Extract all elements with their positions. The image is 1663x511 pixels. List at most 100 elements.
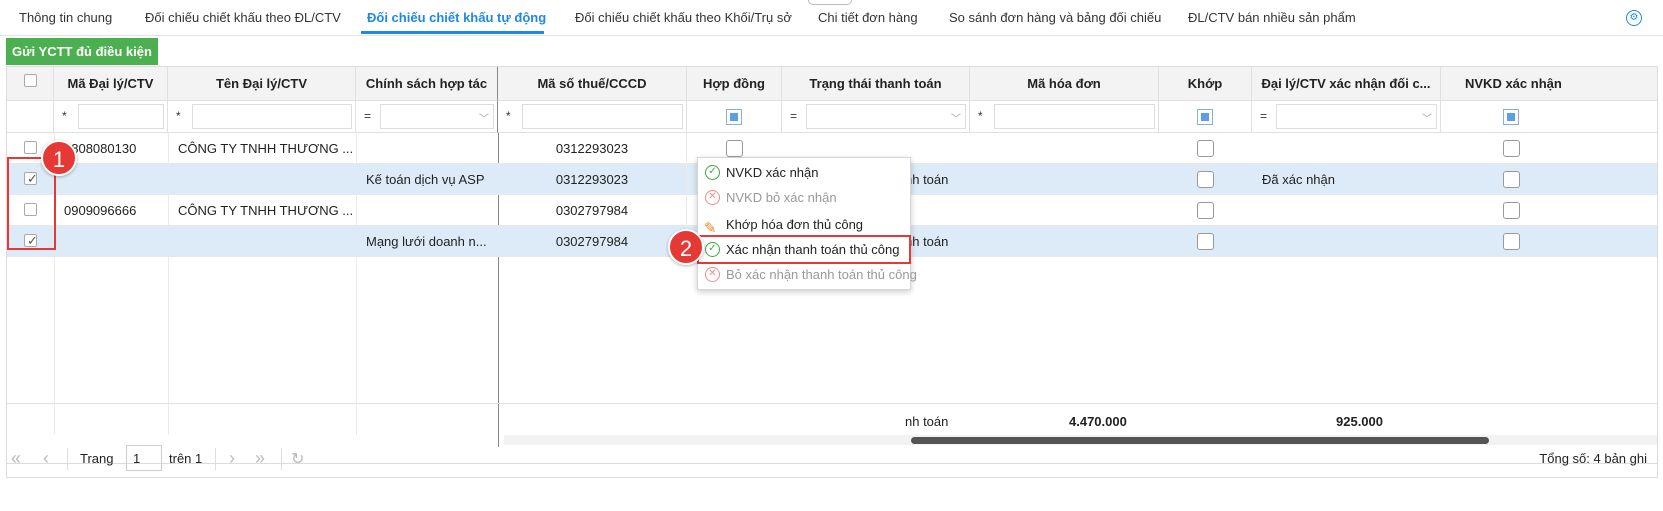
pagination-bar: « ‹ Trang 1 trên 1 › » ↻ Tổng số: 4 bản … — [6, 440, 1658, 478]
tab-discount-by-agent[interactable]: Đối chiếu chiết khấu theo ĐL/CTV — [145, 10, 341, 25]
filter-agent-code-input[interactable] — [78, 104, 164, 129]
filter-invoice-code-input[interactable] — [994, 104, 1155, 129]
menu-item-sales-unconfirm[interactable]: ✕ NVKD bỏ xác nhận — [698, 185, 910, 211]
cell-agent-name: CÔNG TY TNHH THƯƠNG ... — [178, 141, 354, 156]
active-tab-underline — [361, 31, 544, 34]
first-page-icon[interactable]: « — [11, 448, 21, 469]
filter-tax-code: * — [498, 101, 687, 133]
sales-confirm-checkbox[interactable] — [1503, 140, 1520, 157]
menu-item-sales-confirm[interactable]: ✓ NVKD xác nhận — [698, 160, 910, 186]
page-number-input[interactable]: 1 — [126, 445, 162, 471]
refresh-icon[interactable]: ↻ — [291, 449, 304, 469]
cell-policy: Kế toán dịch vụ ASP — [366, 172, 485, 187]
column-header-sales-confirm[interactable]: NVKD xác nhận — [1441, 67, 1657, 101]
sales-confirm-checkbox[interactable] — [1503, 233, 1520, 250]
cell-agent-code — [64, 164, 168, 195]
settings-icon[interactable]: ⚙ — [1626, 10, 1642, 26]
context-menu: ✓ NVKD xác nhận ✕ NVKD bỏ xác nhận ✎ Khớ… — [697, 157, 917, 290]
collapse-handle[interactable] — [808, 0, 852, 5]
cell-agent-name — [178, 226, 356, 257]
cell-agent-name — [178, 164, 356, 195]
x-circle-icon: ✕ — [705, 190, 720, 205]
cell-agent-confirm — [1262, 195, 1441, 226]
page-count-label: trên 1 — [169, 451, 203, 466]
step-2-badge: 2 — [668, 229, 704, 265]
filter-policy-select[interactable] — [380, 104, 494, 129]
tab-multi-product-agents[interactable]: ĐL/CTV bán nhiều sản phẩm — [1188, 10, 1356, 25]
column-header-tax-code[interactable]: Mã số thuế/CCCD — [498, 67, 687, 101]
step-1-badge: 1 — [41, 140, 77, 176]
cell-tax-code: 0302797984 — [498, 226, 687, 257]
previous-page-icon[interactable]: ‹ — [43, 448, 49, 469]
header-select-all — [7, 67, 54, 101]
summary-row: nh toán 4.470.000 925.000 — [7, 403, 1657, 435]
column-header-match[interactable]: Khớp — [1159, 67, 1252, 101]
select-all-checkbox[interactable] — [24, 74, 37, 87]
cell-agent-code — [64, 226, 168, 257]
filter-payment-status-select[interactable] — [806, 104, 966, 129]
column-header-agent-code[interactable]: Mã Đại lý/CTV — [54, 67, 168, 101]
x-circle-icon: ✕ — [705, 267, 720, 282]
filter-match — [1159, 101, 1252, 133]
filter-tax-code-input[interactable] — [522, 104, 683, 129]
column-header-invoice-code[interactable]: Mã hóa đơn — [970, 67, 1159, 101]
chevron-down-icon[interactable]: ﹀ — [1422, 110, 1432, 125]
total-agent-amount: 925.000 — [1336, 414, 1383, 429]
row-checkbox[interactable] — [24, 141, 37, 154]
sales-confirm-checkbox[interactable] — [1503, 202, 1520, 219]
cell-policy — [366, 133, 498, 164]
match-checkbox[interactable] — [1197, 140, 1214, 157]
filter-agent-name: * — [168, 101, 356, 133]
column-header-agent-confirm[interactable]: Đại lý/CTV xác nhận đối c... — [1252, 67, 1441, 101]
summary-payment-status: nh toán — [905, 414, 949, 429]
filter-payment-status: = ﹀ — [782, 101, 970, 133]
cell-agent-name: CÔNG TY TNHH THƯƠNG ... — [178, 203, 354, 218]
cell-agent-code: 0909096666 — [64, 203, 137, 218]
filter-agent-confirm: = ﹀ — [1252, 101, 1441, 133]
filter-sales-confirm — [1441, 101, 1657, 133]
filter-match-checkbox[interactable] — [1197, 109, 1213, 125]
column-header-policy[interactable]: Chính sách hợp tác — [356, 67, 498, 101]
match-checkbox[interactable] — [1197, 171, 1214, 188]
cell-tax-code: 0302797984 — [498, 195, 687, 226]
sales-confirm-checkbox[interactable] — [1503, 171, 1520, 188]
menu-item-manual-payment-unconfirm[interactable]: ✕ Bỏ xác nhận thanh toán thủ công — [698, 262, 917, 288]
last-page-icon[interactable]: » — [255, 448, 265, 469]
page-label: Trang — [80, 451, 114, 466]
tab-auto-discount[interactable]: Đối chiếu chiết khấu tự động — [367, 10, 546, 25]
column-header-payment-status[interactable]: Trạng thái thanh toán — [782, 67, 970, 101]
filter-contract-checkbox[interactable] — [726, 109, 742, 125]
match-checkbox[interactable] — [1197, 202, 1214, 219]
chevron-down-icon[interactable]: ﹀ — [479, 110, 489, 125]
cell-payment-status: nh toán — [905, 234, 949, 249]
filter-agent-confirm-select[interactable] — [1276, 104, 1437, 129]
tab-general-info[interactable]: Thông tin chung — [19, 10, 112, 25]
cell-payment-status: nh toán — [905, 172, 949, 187]
pager-separator — [67, 448, 68, 470]
send-request-button[interactable]: Gửi YCTT đủ điều kiện — [6, 38, 158, 65]
next-page-icon[interactable]: › — [229, 448, 235, 469]
tab-compare-orders[interactable]: So sánh đơn hàng và bảng đối chiếu — [949, 10, 1161, 25]
filter-sales-confirm-checkbox[interactable] — [1503, 109, 1519, 125]
contract-checkbox[interactable] — [726, 140, 743, 157]
cell-agent-confirm — [1262, 133, 1441, 164]
pager-separator — [215, 448, 216, 470]
tab-discount-by-block[interactable]: Đối chiếu chiết khấu theo Khối/Trụ sở — [575, 10, 792, 25]
column-header-agent-name[interactable]: Tên Đại lý/CTV — [168, 67, 356, 101]
filter-agent-name-input[interactable] — [192, 104, 352, 129]
filter-contract — [687, 101, 782, 133]
highlight-menu-item — [697, 235, 911, 264]
column-header-contract[interactable]: Hợp đồng — [687, 67, 782, 101]
filter-invoice-code: * — [970, 101, 1159, 133]
cell-agent-code: 0808080130 — [64, 141, 137, 156]
check-circle-icon: ✓ — [705, 165, 720, 180]
filter-cell-empty — [7, 101, 54, 133]
cell-policy: Mạng lưới doanh n... — [366, 234, 487, 249]
cell-policy — [366, 195, 498, 226]
cell-tax-code: 0312293023 — [498, 164, 687, 195]
chevron-down-icon[interactable]: ﹀ — [951, 110, 961, 125]
filter-policy: = ﹀ — [356, 101, 498, 133]
match-checkbox[interactable] — [1197, 233, 1214, 250]
tab-order-detail[interactable]: Chi tiết đơn hàng — [818, 10, 918, 25]
pager-separator — [281, 448, 282, 470]
